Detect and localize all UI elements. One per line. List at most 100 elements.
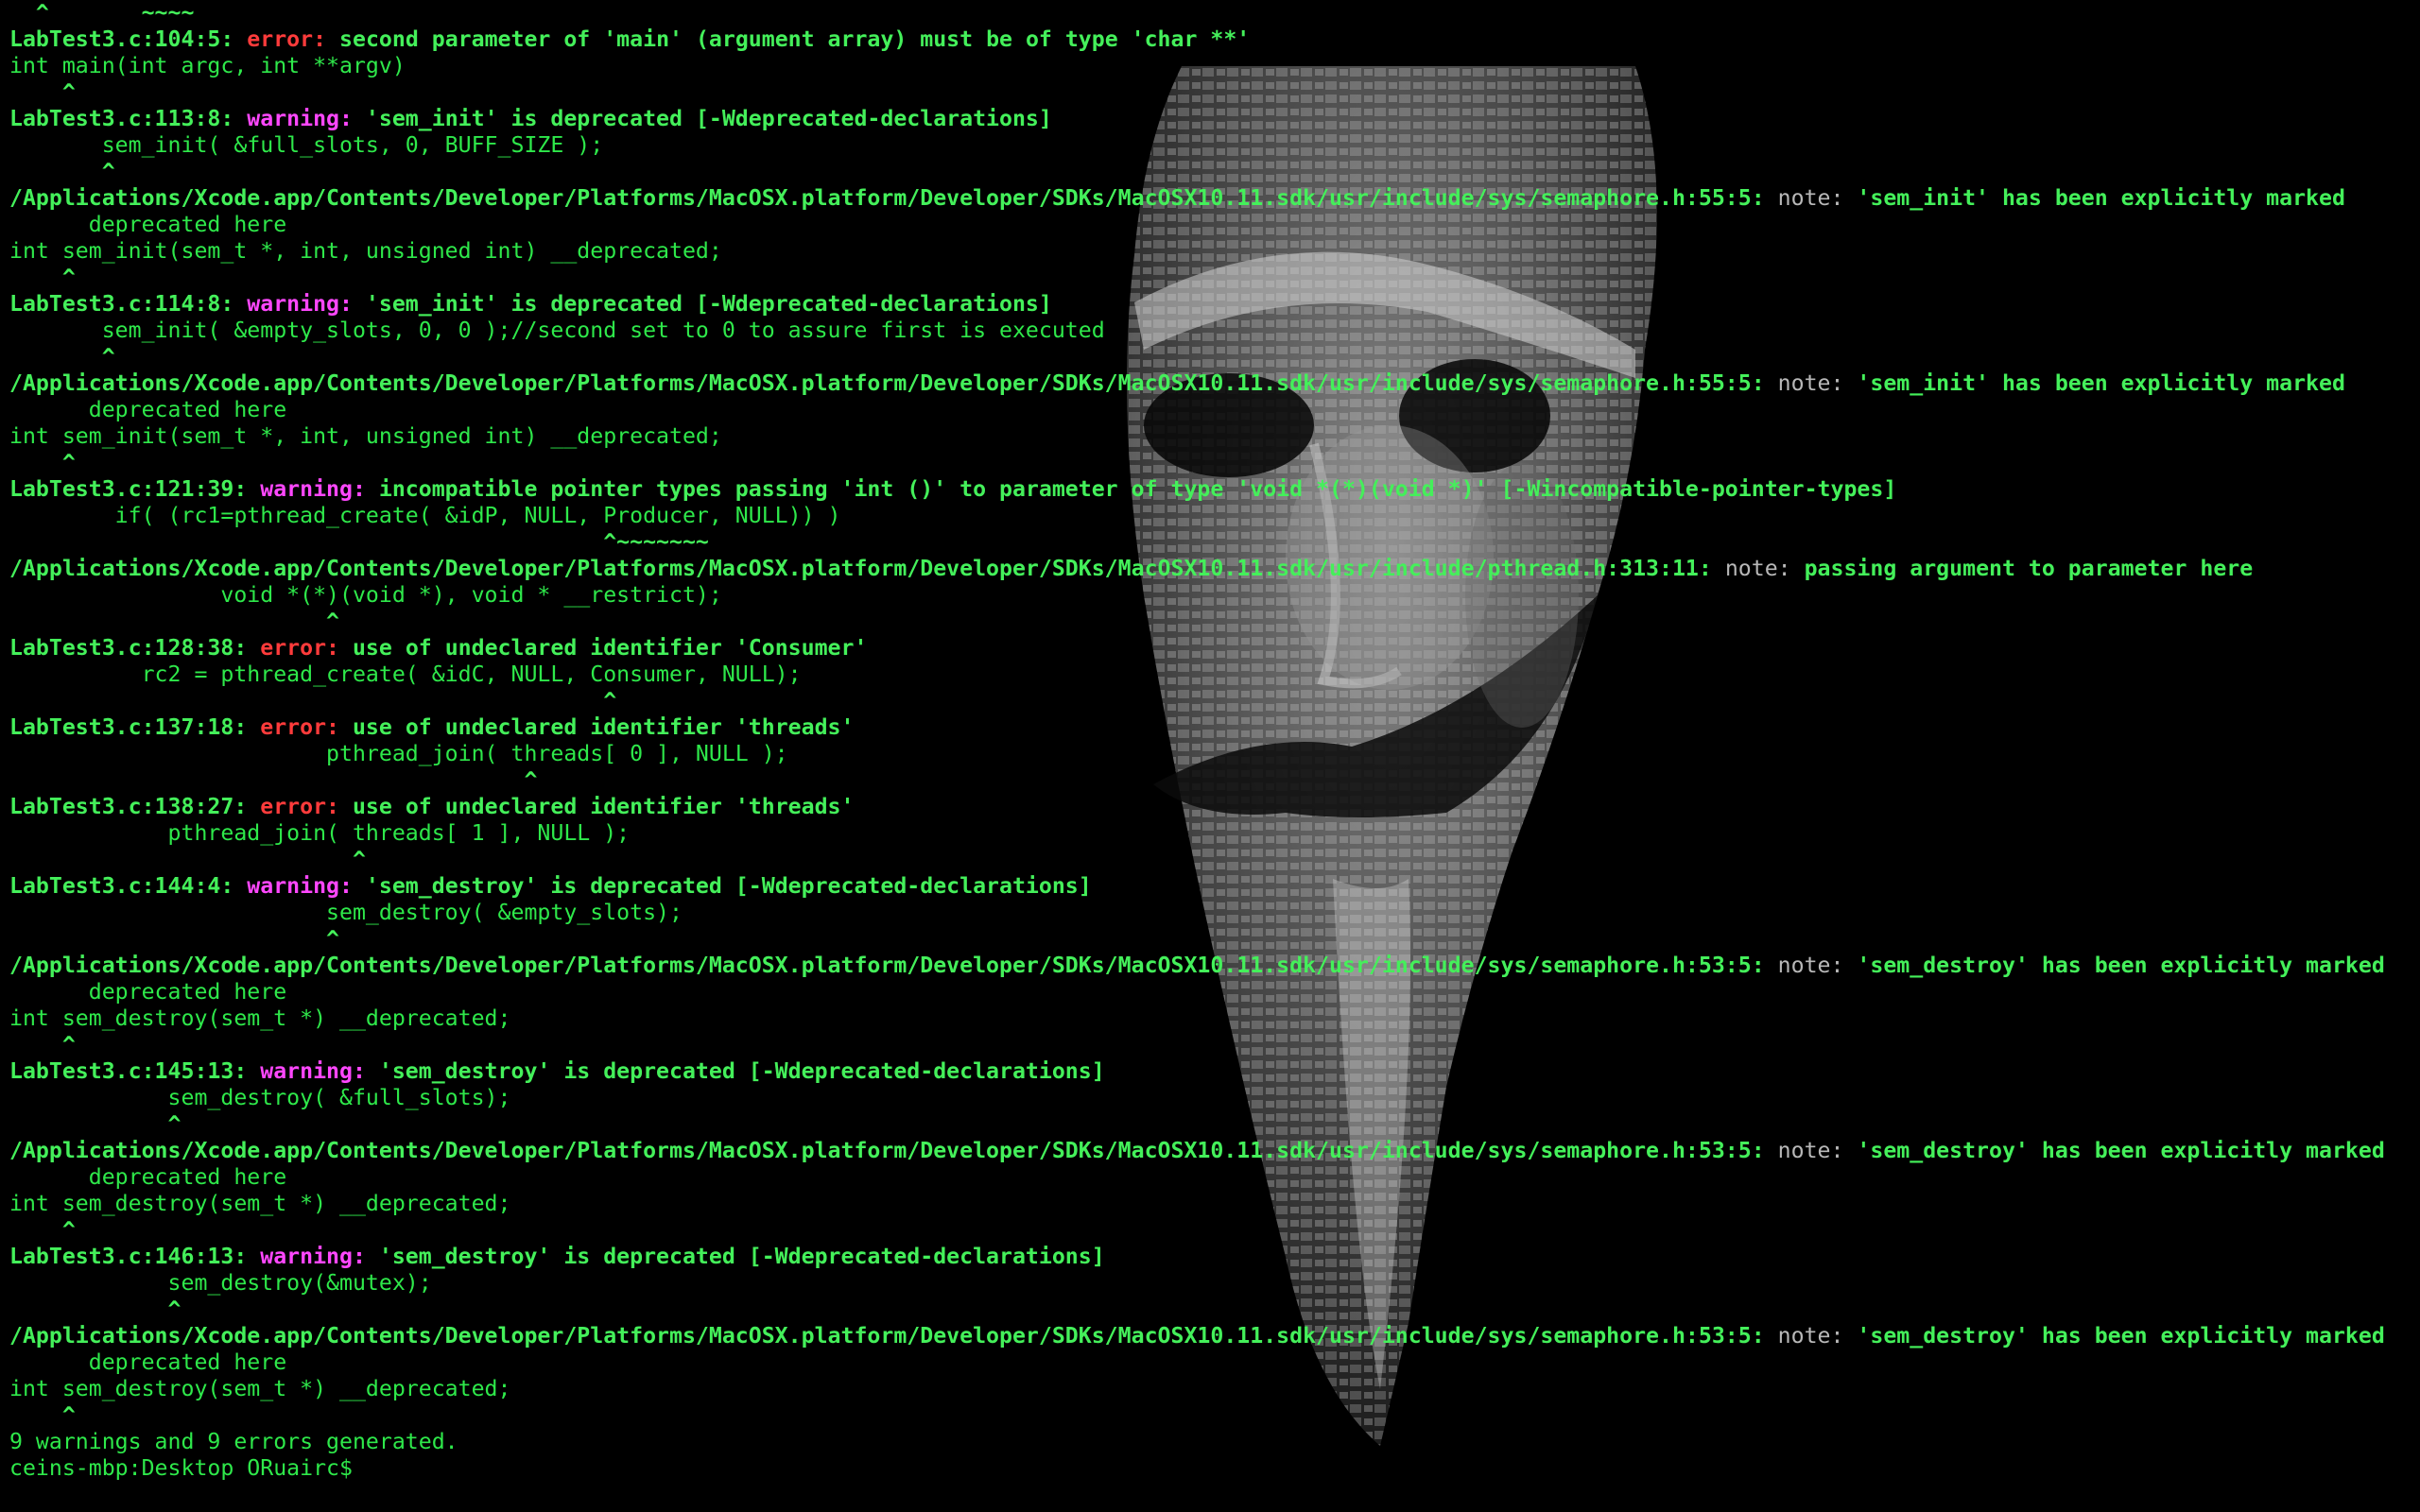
diagnostic-line: LabTest3.c:121:39: warning: incompatible…	[9, 476, 2411, 503]
source-line: void *(*)(void *), void * __restrict);	[9, 582, 2411, 609]
source-line: ^	[9, 767, 2411, 794]
source-line-text: int sem_init(sem_t *, int, unsigned int)…	[9, 423, 722, 449]
diagnostic-line: LabTest3.c:146:13: warning: 'sem_destroy…	[9, 1244, 2411, 1270]
diagnostic-line: /Applications/Xcode.app/Contents/Develop…	[9, 185, 2411, 212]
source-line: deprecated here	[9, 979, 2411, 1005]
warning-label: warning:	[233, 106, 353, 131]
source-line-text: if( (rc1=pthread_create( &idP, NULL, Pro…	[9, 503, 841, 528]
diagnostic-line: LabTest3.c:114:8: warning: 'sem_init' is…	[9, 291, 2411, 318]
source-line-text: ^	[9, 767, 538, 793]
source-line-text: sem_init( &empty_slots, 0, 0 );//second …	[9, 318, 1105, 343]
diagnostic-location: /Applications/Xcode.app/Contents/Develop…	[9, 1323, 1765, 1349]
source-line: int sem_destroy(sem_t *) __deprecated;	[9, 1191, 2411, 1217]
source-line: int main(int argc, int **argv)	[9, 53, 2411, 79]
source-line: ^ ~~~~	[9, 0, 2411, 26]
source-line-text: sem_destroy( &full_slots);	[9, 1085, 511, 1110]
diagnostic-line: LabTest3.c:145:13: warning: 'sem_destroy…	[9, 1058, 2411, 1085]
note-label: note:	[1764, 953, 1844, 978]
source-line: ^	[9, 1402, 2411, 1429]
diagnostic-line: LabTest3.c:144:4: warning: 'sem_destroy'…	[9, 873, 2411, 900]
error-label: error:	[247, 635, 340, 661]
warning-label: warning:	[247, 1058, 366, 1084]
source-line: ^	[9, 1217, 2411, 1244]
source-line: ^	[9, 1297, 2411, 1323]
source-line: ^	[9, 265, 2411, 291]
diagnostic-location: LabTest3.c:146:13:	[9, 1244, 248, 1269]
shell-prompt-text: ceins-mbp:Desktop ORuairc$	[9, 1455, 366, 1481]
source-line: ^~~~~~~~	[9, 529, 2411, 556]
diagnostic-message: 'sem_destroy' is deprecated [-Wdeprecate…	[352, 873, 1092, 899]
shell-prompt: ceins-mbp:Desktop ORuairc$	[9, 1455, 2411, 1482]
source-line-text: rc2 = pthread_create( &idC, NULL, Consum…	[9, 662, 802, 687]
note-label: note:	[1764, 1323, 1844, 1349]
warning-label: warning:	[233, 291, 353, 317]
diagnostic-location: /Applications/Xcode.app/Contents/Develop…	[9, 556, 1712, 581]
diagnostic-message: use of undeclared identifier 'threads'	[339, 714, 855, 740]
source-line: ^	[9, 344, 2411, 370]
source-line: ^	[9, 1032, 2411, 1058]
source-line: ^	[9, 79, 2411, 106]
error-label: error:	[233, 26, 327, 52]
diagnostic-location: LabTest3.c:128:38:	[9, 635, 248, 661]
diagnostic-location: LabTest3.c:144:4:	[9, 873, 234, 899]
source-line: sem_destroy(&mutex);	[9, 1270, 2411, 1297]
source-line: pthread_join( threads[ 0 ], NULL );	[9, 741, 2411, 767]
source-line-text: int sem_init(sem_t *, int, unsigned int)…	[9, 238, 722, 264]
source-line-text: sem_destroy(&mutex);	[9, 1270, 432, 1296]
note-label: note:	[1764, 185, 1844, 211]
source-line: deprecated here	[9, 397, 2411, 423]
source-line: ^	[9, 688, 2411, 714]
source-line: deprecated here	[9, 1164, 2411, 1191]
diagnostic-message: passing argument to parameter here	[1790, 556, 2254, 581]
diagnostic-line: LabTest3.c:128:38: error: use of undecla…	[9, 635, 2411, 662]
source-line: ^	[9, 926, 2411, 953]
source-line: int sem_init(sem_t *, int, unsigned int)…	[9, 238, 2411, 265]
source-line-text: ^	[9, 1217, 76, 1243]
source-line-text: ^	[9, 265, 76, 290]
source-line-text: ^	[9, 79, 76, 105]
diagnostic-line: /Applications/Xcode.app/Contents/Develop…	[9, 953, 2411, 979]
diagnostic-message: 'sem_destroy' has been explicitly marked	[1843, 953, 2385, 978]
source-line-text: ^	[9, 450, 76, 475]
source-line: sem_destroy( &empty_slots);	[9, 900, 2411, 926]
source-line-text: ^ ~~~~	[9, 0, 195, 26]
source-line-text: ^	[9, 1402, 76, 1428]
source-line-text: ^	[9, 609, 340, 634]
diagnostic-location: LabTest3.c:114:8:	[9, 291, 234, 317]
source-line-text: deprecated here	[9, 1349, 287, 1375]
source-line-text: int main(int argc, int **argv)	[9, 53, 406, 78]
source-line-text: ^	[9, 688, 617, 713]
diagnostic-message: 'sem_destroy' has been explicitly marked	[1843, 1138, 2385, 1163]
source-line-text: ^	[9, 1297, 182, 1322]
diagnostic-line: /Applications/Xcode.app/Contents/Develop…	[9, 556, 2411, 582]
source-line: int sem_init(sem_t *, int, unsigned int)…	[9, 423, 2411, 450]
diagnostic-message: 'sem_init' is deprecated [-Wdeprecated-d…	[352, 106, 1052, 131]
source-line-text: pthread_join( threads[ 0 ], NULL );	[9, 741, 788, 766]
source-line: pthread_join( threads[ 1 ], NULL );	[9, 820, 2411, 847]
error-label: error:	[247, 794, 340, 819]
note-label: note:	[1764, 1138, 1844, 1163]
diagnostic-message: second parameter of 'main' (argument arr…	[326, 26, 1251, 52]
diagnostic-line: LabTest3.c:137:18: error: use of undecla…	[9, 714, 2411, 741]
source-line-text: int sem_destroy(sem_t *) __deprecated;	[9, 1191, 511, 1216]
terminal-window[interactable]: ^ ~~~~ LabTest3.c:104:5: error: second pa…	[0, 0, 2420, 1512]
warning-label: warning:	[247, 476, 366, 502]
diagnostic-location: LabTest3.c:121:39:	[9, 476, 248, 502]
diagnostic-line: LabTest3.c:138:27: error: use of undecla…	[9, 794, 2411, 820]
diagnostic-location: /Applications/Xcode.app/Contents/Develop…	[9, 953, 1765, 978]
diagnostic-message: 'sem_init' has been explicitly marked	[1843, 370, 2345, 396]
diagnostic-line: /Applications/Xcode.app/Contents/Develop…	[9, 1323, 2411, 1349]
source-line-text: ^	[9, 926, 340, 952]
error-label: error:	[247, 714, 340, 740]
note-label: note:	[1711, 556, 1791, 581]
note-label: note:	[1764, 370, 1844, 396]
diagnostic-message: 'sem_destroy' is deprecated [-Wdeprecate…	[365, 1244, 1105, 1269]
diagnostic-message: use of undeclared identifier 'Consumer'	[339, 635, 868, 661]
diagnostic-location: LabTest3.c:113:8:	[9, 106, 234, 131]
source-line: ^	[9, 847, 2411, 873]
diagnostic-location: LabTest3.c:104:5:	[9, 26, 234, 52]
source-line: rc2 = pthread_create( &idC, NULL, Consum…	[9, 662, 2411, 688]
source-line-text: sem_destroy( &empty_slots);	[9, 900, 683, 925]
source-line-text: deprecated here	[9, 1164, 287, 1190]
diagnostic-line: LabTest3.c:104:5: error: second paramete…	[9, 26, 2411, 53]
